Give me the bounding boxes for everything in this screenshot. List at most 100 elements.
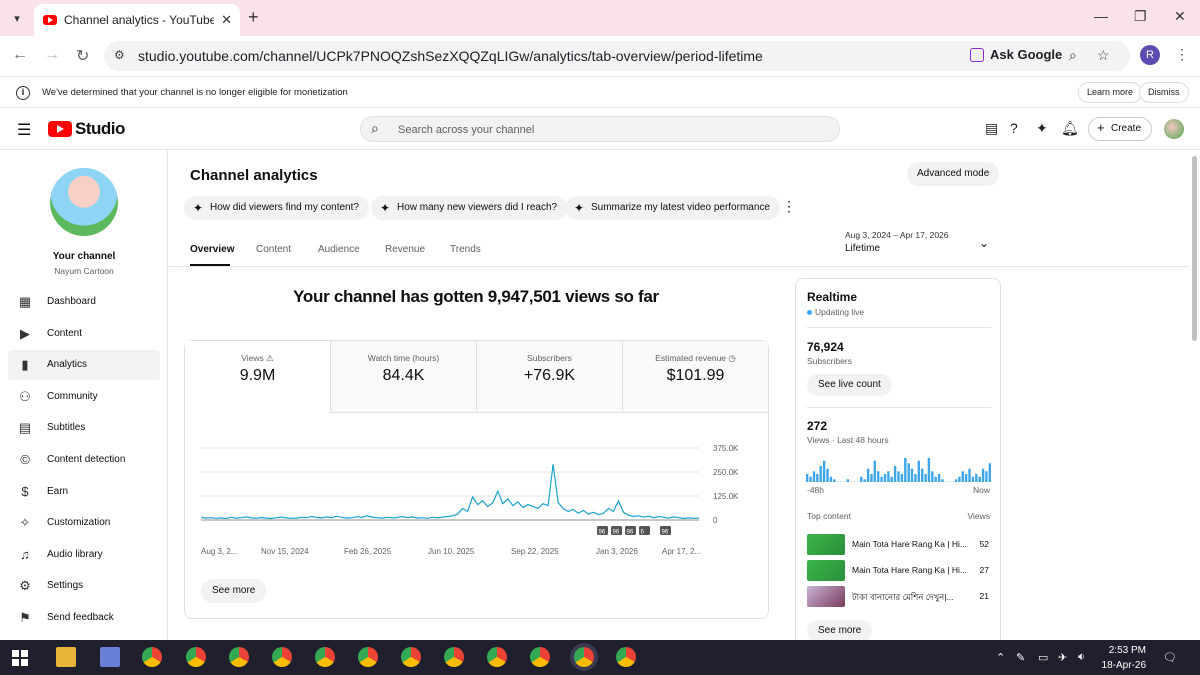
battery-icon[interactable]: ▭ <box>1038 651 1048 664</box>
sidebar-item-label: Content <box>47 327 83 339</box>
sidebar-item-customization[interactable]: ✧ Customization <box>8 508 160 538</box>
sidebar-item-label: Settings <box>47 580 84 592</box>
chrome-profile-icon[interactable] <box>444 647 464 667</box>
channel-name: Nayum Cartoon <box>54 266 114 276</box>
hamburger-menu-icon[interactable]: ☰ <box>17 120 31 140</box>
sidebar-item-content[interactable]: ▶ Content <box>8 319 160 349</box>
notifications-icon[interactable]: 🗨︎ <box>1163 651 1177 664</box>
views-column-label: Views <box>967 511 990 521</box>
subscribers-label: Subscribers <box>807 356 852 366</box>
windows-start-icon[interactable] <box>12 650 28 666</box>
sidebar-item-analytics[interactable]: ▮ Analytics <box>8 350 160 381</box>
sidebar-item-label: Customization <box>47 517 111 529</box>
chrome-profile-icon[interactable] <box>272 647 292 667</box>
histogram-bar <box>836 481 839 482</box>
reload-icon[interactable]: ↻ <box>76 46 89 66</box>
clock-time: 2:53 PM <box>1108 645 1146 656</box>
hidden-icons-chevron-icon[interactable]: ⌃ <box>996 651 1005 664</box>
top-content-row[interactable]: Main Tota Hare Rang Ka | Hi... 27 <box>807 560 993 582</box>
forward-arrow-icon[interactable]: → <box>44 46 60 64</box>
sidebar-item-content-detection[interactable]: © Content detection <box>8 445 160 475</box>
browser-tab[interactable]: Channel analytics - YouTube Stu ✕ <box>34 4 240 36</box>
learn-more-button[interactable]: Learn more <box>1078 82 1143 103</box>
svg-text:96: 96 <box>613 530 620 536</box>
studio-brand[interactable]: Studio <box>75 119 125 139</box>
site-info-icon[interactable]: ⚙ <box>114 48 125 62</box>
histogram-bar <box>981 468 985 482</box>
video-publish-marker[interactable]: 96 <box>625 526 636 536</box>
sidebar-item-audio-library[interactable]: ♫ Audio library <box>8 540 160 570</box>
histogram-bar <box>975 474 978 482</box>
subtitles-feedback-icon[interactable]: ▤ <box>985 120 998 137</box>
advanced-mode-button[interactable]: Advanced mode <box>907 162 1000 186</box>
histogram-bar <box>873 460 876 482</box>
video-thumbnail <box>807 560 845 581</box>
sidebar-item-dashboard[interactable]: ▦ Dashboard <box>8 287 160 317</box>
calculator-icon[interactable] <box>100 647 120 667</box>
chrome-profile-icon[interactable] <box>530 647 550 667</box>
channel-avatar[interactable] <box>50 168 118 236</box>
browser-profile-avatar[interactable]: R <box>1140 45 1160 65</box>
chrome-profile-icon[interactable] <box>358 647 378 667</box>
video-publish-marker[interactable]: 96 <box>660 526 671 536</box>
ask-google-button[interactable]: Ask Google <box>990 47 1062 62</box>
sidebar-item-subtitles[interactable]: ▤ Subtitles <box>8 413 160 443</box>
dismiss-button[interactable]: Dismiss <box>1139 82 1189 103</box>
restore-icon[interactable]: ❐ <box>1134 8 1147 25</box>
histogram-bar <box>914 474 917 482</box>
airplane-icon[interactable]: ✈ <box>1058 651 1067 664</box>
volume-icon[interactable]: 🔉︎ <box>1078 651 1085 664</box>
see-live-count-button[interactable]: See live count <box>807 374 892 396</box>
chrome-active-icon[interactable] <box>574 647 594 667</box>
sidebar-item-earn[interactable]: $ Earn <box>8 477 160 507</box>
bookmark-star-icon[interactable]: ☆ <box>1097 47 1110 64</box>
file-explorer-icon[interactable] <box>56 647 76 667</box>
video-publish-marker[interactable]: 6 <box>639 526 650 536</box>
see-more-button[interactable]: See more <box>201 579 267 603</box>
sidebar-item-send-feedback[interactable]: ⚑ Send feedback <box>8 603 160 633</box>
chrome-profile-icon[interactable] <box>401 647 421 667</box>
search-input[interactable]: ⌕ Search across your channel <box>360 116 840 142</box>
back-arrow-icon[interactable]: ← <box>12 46 28 64</box>
histogram-bar <box>917 460 920 482</box>
url-text[interactable]: studio.youtube.com/channel/UCPk7PNOQZshS… <box>138 48 763 64</box>
new-tab-icon[interactable]: + <box>248 7 259 28</box>
sidebar-item-community[interactable]: ⚇ Community <box>8 382 160 412</box>
chrome-profile-icon[interactable] <box>616 647 636 667</box>
close-tab-icon[interactable]: ✕ <box>221 12 232 28</box>
gear-icon: ⚙ <box>19 578 31 594</box>
chrome-profile-icon[interactable] <box>229 647 249 667</box>
taskbar-clock[interactable]: 2:53 PM 18-Apr-26 <box>1096 643 1146 673</box>
copyright-icon: © <box>20 452 30 467</box>
top-content-row[interactable]: Main Tota Hare Rang Ka | Hi... 52 <box>807 534 993 556</box>
omnibox[interactable]: ⚙ studio.youtube.com/channel/UCPk7PNOQZs… <box>104 41 1130 71</box>
period-range[interactable]: Aug 3, 2024 – Apr 17, 2026 <box>845 230 949 240</box>
video-publish-marker[interactable]: 96 <box>597 526 608 536</box>
close-window-icon[interactable]: ✕ <box>1174 8 1186 25</box>
monetization-notice: i We've determined that your channel is … <box>0 76 1200 108</box>
histogram-bar <box>958 476 961 482</box>
help-icon[interactable]: ? <box>1010 120 1018 136</box>
chrome-icon[interactable] <box>142 647 162 667</box>
pen-icon[interactable]: ✎ <box>1016 651 1025 664</box>
scrollbar[interactable] <box>1190 150 1200 640</box>
create-button[interactable]: Create <box>1088 117 1152 141</box>
chrome-profile-icon[interactable] <box>487 647 507 667</box>
sidebar-item-settings[interactable]: ⚙ Settings <box>8 571 160 601</box>
account-avatar[interactable] <box>1164 119 1184 139</box>
realtime-see-more-button[interactable]: See more <box>807 620 873 642</box>
chrome-profile-icon[interactable] <box>315 647 335 667</box>
minimize-icon[interactable]: — <box>1094 8 1108 24</box>
browser-menu-icon[interactable]: ⋮ <box>1175 46 1189 63</box>
sparkle-icon[interactable]: ✦ <box>1036 120 1048 137</box>
chevron-down-icon[interactable]: ⌄ <box>979 236 989 250</box>
tab-search-chevron-icon[interactable]: ▾ <box>6 7 28 29</box>
zoom-search-icon[interactable]: ⌕ <box>1069 47 1077 64</box>
notifications-bell-icon[interactable]: 🔔︎ <box>1061 120 1079 137</box>
chrome-profile-icon[interactable] <box>186 647 206 667</box>
top-content-row[interactable]: টাকা বানানোর মেশিন দেখুন|... 21 <box>807 586 993 608</box>
scrollbar-thumb[interactable] <box>1192 156 1197 341</box>
period-label[interactable]: Lifetime <box>845 243 880 254</box>
youtube-logo-icon[interactable] <box>48 121 72 137</box>
video-publish-marker[interactable]: 96 <box>611 526 622 536</box>
